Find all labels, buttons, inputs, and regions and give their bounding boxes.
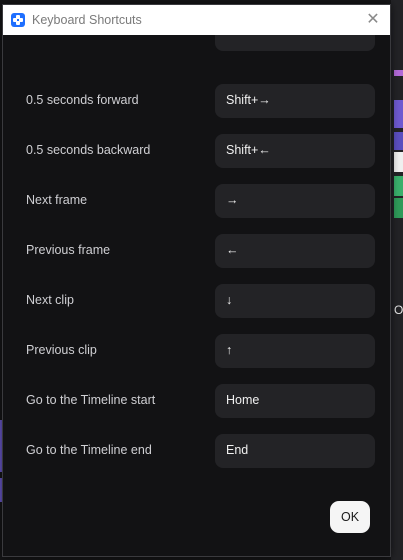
shortcut-key-field[interactable]: → [215, 184, 375, 218]
shortcut-key-field[interactable]: ← [215, 234, 375, 268]
shortcut-label: Next clip [26, 293, 74, 307]
shortcut-key-field[interactable]: ↓ [215, 284, 375, 318]
shortcut-row: 0.5 seconds forward Shift+→ [3, 84, 390, 118]
background-timeline-strip: O [391, 0, 403, 560]
shortcut-label: Go to the Timeline end [26, 443, 152, 457]
bg-chip [394, 100, 403, 128]
bg-chip [394, 198, 403, 218]
shortcut-row: Previous clip ↑ [3, 334, 390, 368]
shortcut-label: Go to the Timeline start [26, 393, 156, 407]
bg-chip [394, 70, 403, 76]
shortcut-key-field[interactable]: Home [215, 384, 375, 418]
shortcut-label: 0.5 seconds backward [26, 143, 151, 157]
bg-chip [394, 152, 403, 172]
shortcut-label: Next frame [26, 193, 88, 207]
shortcut-key-field[interactable]: Shift+← [215, 134, 375, 168]
shortcut-row: 0.5 seconds backward Shift+← [3, 134, 390, 168]
close-icon[interactable]: ✕ [362, 9, 384, 31]
keyboard-shortcuts-dialog: Keyboard Shortcuts ✕ 0.5 seconds forward… [2, 4, 391, 557]
shortcut-label: Previous clip [26, 343, 97, 357]
shortcut-key-field[interactable] [215, 35, 375, 51]
shortcuts-list[interactable]: 0.5 seconds forward Shift+→ 0.5 seconds … [3, 35, 390, 475]
dialog-title: Keyboard Shortcuts [32, 13, 142, 27]
app-logo-icon [11, 13, 25, 27]
bg-chip [394, 176, 403, 196]
shortcut-label: 0.5 seconds forward [26, 93, 139, 107]
shortcut-row: Go to the Timeline end End [3, 434, 390, 468]
shortcut-row: Previous frame ← [3, 234, 390, 268]
shortcut-row: Next clip ↓ [3, 284, 390, 318]
shortcut-key-field[interactable]: ↑ [215, 334, 375, 368]
title-bar: Keyboard Shortcuts ✕ [3, 5, 390, 35]
shortcut-row: Go to the Timeline start Home [3, 384, 390, 418]
bg-chip [394, 132, 403, 150]
shortcut-label: Previous frame [26, 243, 111, 257]
shortcut-key-field[interactable]: End [215, 434, 375, 468]
shortcut-key-field[interactable]: Shift+→ [215, 84, 375, 118]
background-text: O [394, 303, 403, 317]
shortcut-row: Next frame → [3, 184, 390, 218]
ok-button[interactable]: OK [330, 501, 370, 533]
shortcut-row [3, 35, 390, 69]
